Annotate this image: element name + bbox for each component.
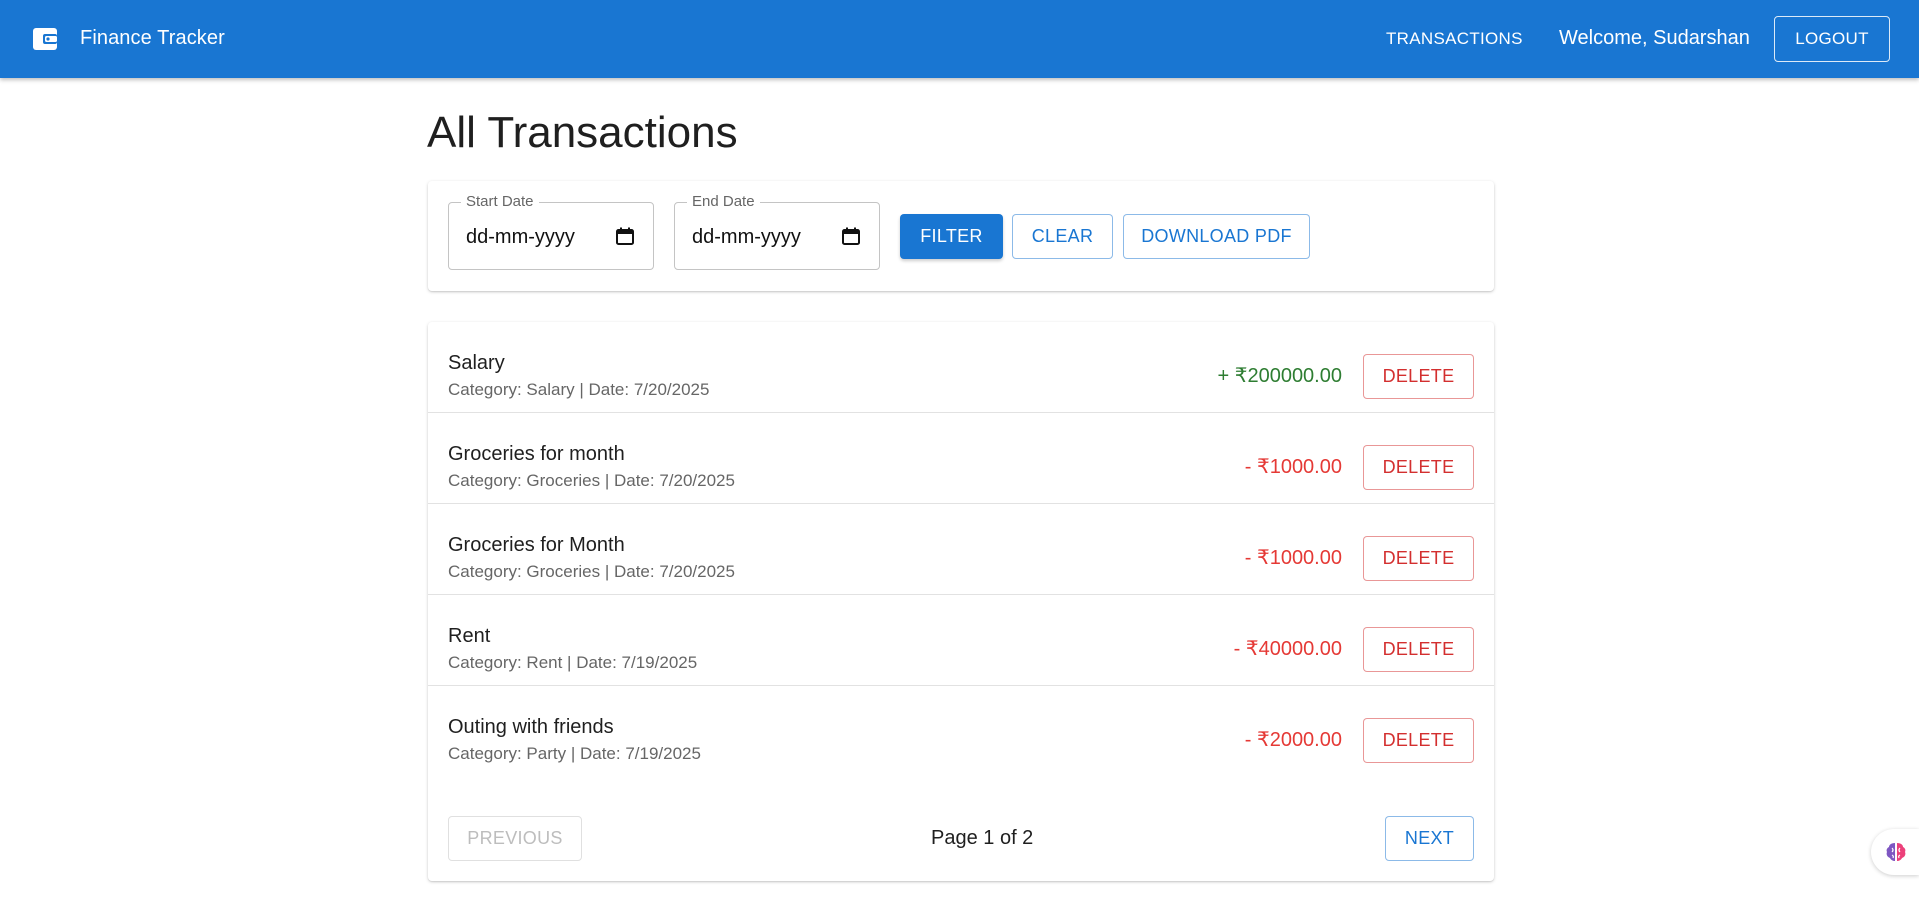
transaction-amount: + ₹200000.00: [1217, 365, 1342, 387]
filter-card: Start Date dd-mm-yyyy End Date dd-mm-yyy…: [428, 181, 1494, 291]
transaction-row: Groceries for month Category: Groceries …: [428, 413, 1494, 504]
delete-button[interactable]: DELETE: [1363, 718, 1474, 763]
transaction-amount: - ₹1000.00: [1244, 456, 1342, 478]
delete-button[interactable]: DELETE: [1363, 445, 1474, 490]
transaction-meta: Category: Rent | Date: 7/19/2025: [448, 653, 698, 672]
delete-button[interactable]: DELETE: [1363, 627, 1474, 672]
transaction-amount: - ₹2000.00: [1244, 729, 1342, 751]
transaction-meta: Category: Groceries | Date: 7/20/2025: [448, 562, 735, 581]
end-date-field[interactable]: End Date dd-mm-yyyy: [674, 193, 880, 270]
assistant-button[interactable]: [1871, 829, 1919, 875]
welcome-text: Welcome, Sudarshan: [1559, 27, 1750, 49]
delete-button[interactable]: DELETE: [1363, 354, 1474, 399]
calendar-icon[interactable]: [616, 227, 634, 245]
brain-icon: [1886, 843, 1906, 861]
app-title: Finance Tracker: [80, 27, 225, 49]
clear-button[interactable]: CLEAR: [1012, 214, 1113, 259]
end-date-input[interactable]: dd-mm-yyyy: [692, 226, 801, 249]
transaction-row: Outing with friends Category: Party | Da…: [428, 686, 1494, 777]
delete-button[interactable]: DELETE: [1363, 536, 1474, 581]
transaction-description: Salary: [448, 352, 505, 374]
previous-page-button[interactable]: PREVIOUS: [448, 816, 582, 861]
page-indicator: Page 1 of 2: [931, 827, 1034, 849]
wallet-icon: [33, 28, 57, 50]
transaction-meta: Category: Salary | Date: 7/20/2025: [448, 380, 710, 399]
download-pdf-button[interactable]: DOWNLOAD PDF: [1123, 214, 1310, 259]
start-date-input[interactable]: dd-mm-yyyy: [466, 226, 575, 249]
app-bar: Finance Tracker TRANSACTIONS Welcome, Su…: [0, 0, 1919, 78]
transaction-description: Rent: [448, 625, 491, 647]
start-date-field[interactable]: Start Date dd-mm-yyyy: [448, 193, 654, 270]
transaction-description: Groceries for month: [448, 443, 625, 465]
transaction-row: Salary Category: Salary | Date: 7/20/202…: [428, 322, 1494, 413]
transaction-description: Groceries for Month: [448, 534, 625, 556]
next-page-button[interactable]: NEXT: [1385, 816, 1474, 861]
logout-button[interactable]: LOGOUT: [1774, 16, 1890, 62]
end-date-label: End Date: [687, 193, 760, 210]
transaction-amount: - ₹40000.00: [1233, 638, 1342, 660]
transaction-row: Groceries for Month Category: Groceries …: [428, 504, 1494, 595]
transaction-meta: Category: Groceries | Date: 7/20/2025: [448, 471, 735, 490]
transaction-row: Rent Category: Rent | Date: 7/19/2025 - …: [428, 595, 1494, 686]
start-date-label: Start Date: [461, 193, 539, 210]
transactions-card: Salary Category: Salary | Date: 7/20/202…: [428, 322, 1494, 881]
calendar-icon[interactable]: [842, 227, 860, 245]
filter-button[interactable]: FILTER: [900, 214, 1003, 259]
transaction-meta: Category: Party | Date: 7/19/2025: [448, 744, 701, 763]
page-title: All Transactions: [427, 108, 738, 157]
nav-transactions-link[interactable]: TRANSACTIONS: [1386, 29, 1523, 49]
transaction-description: Outing with friends: [448, 716, 614, 738]
transaction-amount: - ₹1000.00: [1244, 547, 1342, 569]
